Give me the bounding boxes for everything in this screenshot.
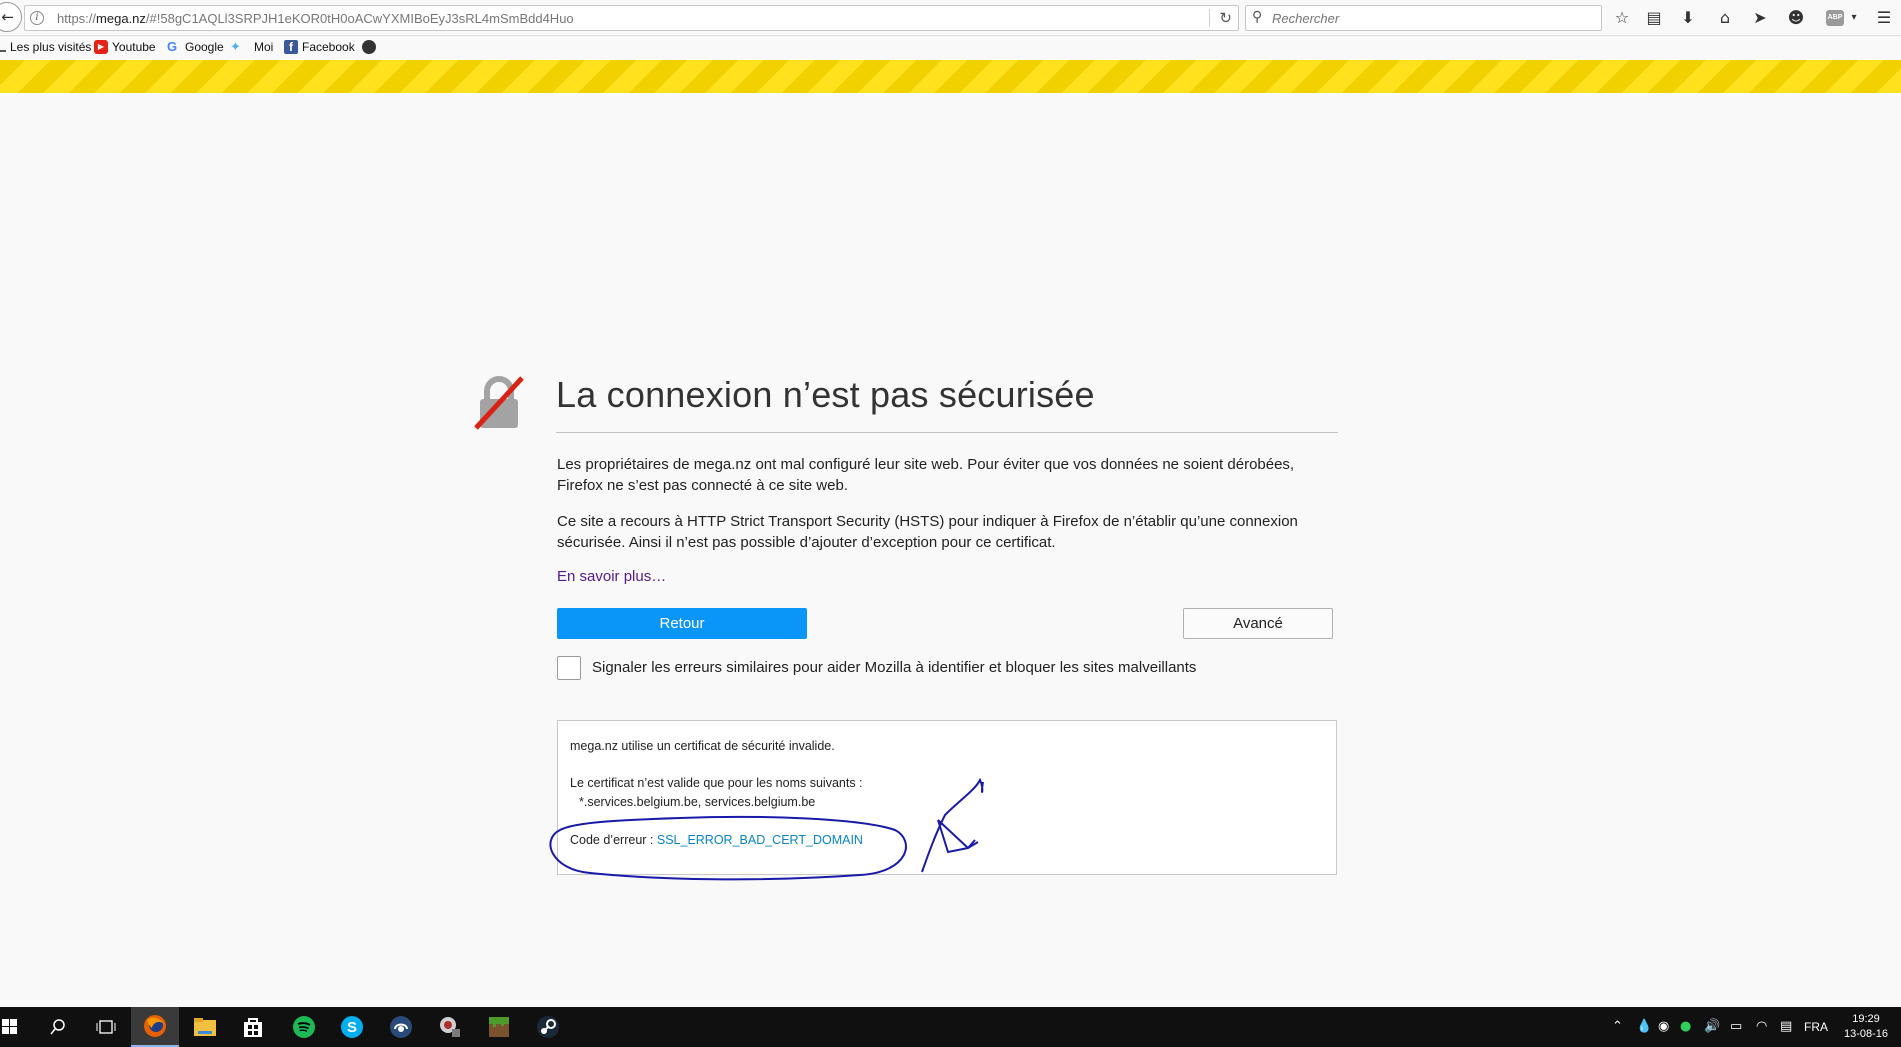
bookmark-facebook[interactable]: f Facebook bbox=[284, 40, 355, 54]
chevron-up-icon[interactable]: ⌃ bbox=[1612, 1007, 1623, 1047]
bookmark-most-visited[interactable]: Les plus visités bbox=[0, 40, 91, 54]
report-checkbox[interactable] bbox=[557, 656, 581, 680]
notifications-icon[interactable]: ▤ bbox=[1780, 1007, 1792, 1047]
wifi-icon[interactable]: ◠ bbox=[1756, 1007, 1767, 1047]
smiley-icon[interactable]: ☻ bbox=[1784, 6, 1808, 30]
error-description: Les propriétaires de mega.nz ont mal con… bbox=[557, 456, 1295, 494]
error-code-label: Code d’erreur : bbox=[570, 833, 657, 847]
reload-icon[interactable]: ↻ bbox=[1219, 9, 1232, 27]
hsts-description: Ce site a recours à HTTP Strict Transpor… bbox=[557, 513, 1298, 551]
invalid-certificate-text: mega.nz utilise un certificat de sécurit… bbox=[570, 739, 835, 753]
bookmark-label: Facebook bbox=[302, 40, 355, 54]
error-code-link[interactable]: SSL_ERROR_BAD_CERT_DOMAIN bbox=[657, 833, 863, 847]
error-code-line: Code d’erreur : SSL_ERROR_BAD_CERT_DOMAI… bbox=[570, 833, 863, 847]
back-icon: ← bbox=[1, 8, 14, 26]
bookmark-label: Moi bbox=[254, 40, 274, 54]
folder-icon bbox=[0, 42, 6, 52]
send-icon[interactable]: ➤ bbox=[1748, 6, 1772, 30]
youtube-icon: ▶ bbox=[94, 40, 108, 54]
twitter-icon: ✦ bbox=[230, 39, 241, 54]
bookmark-globe[interactable] bbox=[362, 40, 376, 54]
chevron-down-icon[interactable]: ▾ bbox=[1842, 6, 1866, 30]
back-to-safety-button[interactable]: Retour bbox=[557, 608, 807, 639]
url-scheme: https:// bbox=[57, 11, 97, 26]
bookmark-google[interactable]: G Google bbox=[167, 39, 224, 55]
bookmark-label: Google bbox=[185, 40, 224, 54]
green-circle-icon[interactable]: ● bbox=[1680, 1007, 1691, 1047]
menu-icon[interactable]: ☰ bbox=[1872, 6, 1896, 30]
battery-icon[interactable]: ▭ bbox=[1730, 1007, 1742, 1047]
facebook-icon: f bbox=[284, 40, 298, 54]
svg-text:S: S bbox=[347, 1019, 357, 1036]
store-icon[interactable] bbox=[229, 1007, 277, 1047]
clock-time: 19:29 bbox=[1852, 1013, 1880, 1025]
windows-start-icon[interactable] bbox=[0, 1007, 34, 1047]
minecraft-icon[interactable] bbox=[475, 1007, 523, 1047]
bookmark-moi[interactable]: ✦ Moi bbox=[230, 39, 274, 55]
advanced-button[interactable]: Avancé bbox=[1183, 608, 1333, 639]
windows-taskbar: S ⌃ 💧 ◉ ● 🔊 ▭ ◠ ▤ FRA 19:29 13-08-16 bbox=[0, 1007, 1901, 1047]
title-divider bbox=[556, 432, 1338, 433]
broken-lock-icon bbox=[474, 376, 524, 430]
info-icon[interactable]: i bbox=[30, 11, 44, 25]
page-title: La connexion n’est pas sécurisée bbox=[556, 374, 1095, 415]
bookmarks-toolbar: Les plus visités ▶ Youtube G Google ✦ Mo… bbox=[0, 36, 1901, 60]
teamspeak-icon[interactable] bbox=[377, 1007, 425, 1047]
volume-icon[interactable]: 🔊 bbox=[1704, 1007, 1720, 1047]
url-text[interactable]: https://mega.nz/#!58gC1AQLl3SRPJH1eKOR0t… bbox=[57, 11, 574, 26]
url-divider bbox=[1209, 9, 1210, 27]
technical-details-panel: mega.nz utilise un certificat de sécurit… bbox=[557, 720, 1337, 875]
download-icon[interactable]: ⬇ bbox=[1676, 6, 1700, 30]
star-icon[interactable]: ☆ bbox=[1610, 6, 1634, 30]
search-icon: ⚲ bbox=[1252, 9, 1263, 25]
skype-icon[interactable]: S bbox=[328, 1007, 376, 1047]
search-bar[interactable]: ⚲ Rechercher bbox=[1245, 5, 1602, 31]
steam-icon[interactable] bbox=[524, 1007, 572, 1047]
firefox-icon[interactable] bbox=[131, 1007, 179, 1047]
input-language[interactable]: FRA bbox=[1804, 1007, 1828, 1047]
reading-list-icon[interactable]: ▤ bbox=[1642, 6, 1666, 30]
spotify-icon[interactable] bbox=[280, 1007, 328, 1047]
back-button[interactable]: ← bbox=[0, 2, 22, 32]
valid-names-list: *.services.belgium.be, services.belgium.… bbox=[579, 795, 816, 809]
bookmark-label: Youtube bbox=[112, 40, 156, 54]
globe-icon bbox=[362, 40, 376, 54]
droplet-icon[interactable]: 💧 bbox=[1636, 1007, 1652, 1047]
search-icon[interactable] bbox=[34, 1007, 82, 1047]
bookmark-youtube[interactable]: ▶ Youtube bbox=[94, 40, 156, 54]
valid-names-intro: Le certificat n’est valide que pour les … bbox=[570, 776, 863, 790]
file-explorer-icon[interactable] bbox=[181, 1007, 229, 1047]
mod-icon[interactable] bbox=[426, 1007, 474, 1047]
url-bar[interactable]: i https://mega.nz/#!58gC1AQLl3SRPJH1eKOR… bbox=[24, 5, 1239, 31]
steam-tray-icon[interactable]: ◉ bbox=[1658, 1007, 1669, 1047]
report-checkbox-label[interactable]: Signaler les erreurs similaires pour aid… bbox=[592, 659, 1196, 676]
google-icon: G bbox=[167, 39, 178, 54]
system-clock[interactable]: 19:29 13-08-16 bbox=[1840, 1012, 1892, 1042]
screen: ← i https://mega.nz/#!58gC1AQLl3SRPJH1eK… bbox=[0, 0, 1901, 1047]
home-icon[interactable]: ⌂ bbox=[1713, 6, 1737, 30]
navigation-toolbar: ← i https://mega.nz/#!58gC1AQLl3SRPJH1eK… bbox=[0, 0, 1901, 36]
learn-more-link[interactable]: En savoir plus… bbox=[557, 568, 666, 585]
warning-stripe bbox=[0, 60, 1901, 93]
search-input[interactable]: Rechercher bbox=[1272, 11, 1339, 26]
clock-date: 13-08-16 bbox=[1843, 1028, 1889, 1040]
bookmark-label: Les plus visités bbox=[10, 40, 92, 54]
url-path: /#!58gC1AQLl3SRPJH1eKOR0tH0oACwYXMIBoEyJ… bbox=[145, 11, 574, 26]
task-view-icon[interactable] bbox=[82, 1007, 130, 1047]
url-host: mega.nz bbox=[96, 11, 146, 26]
